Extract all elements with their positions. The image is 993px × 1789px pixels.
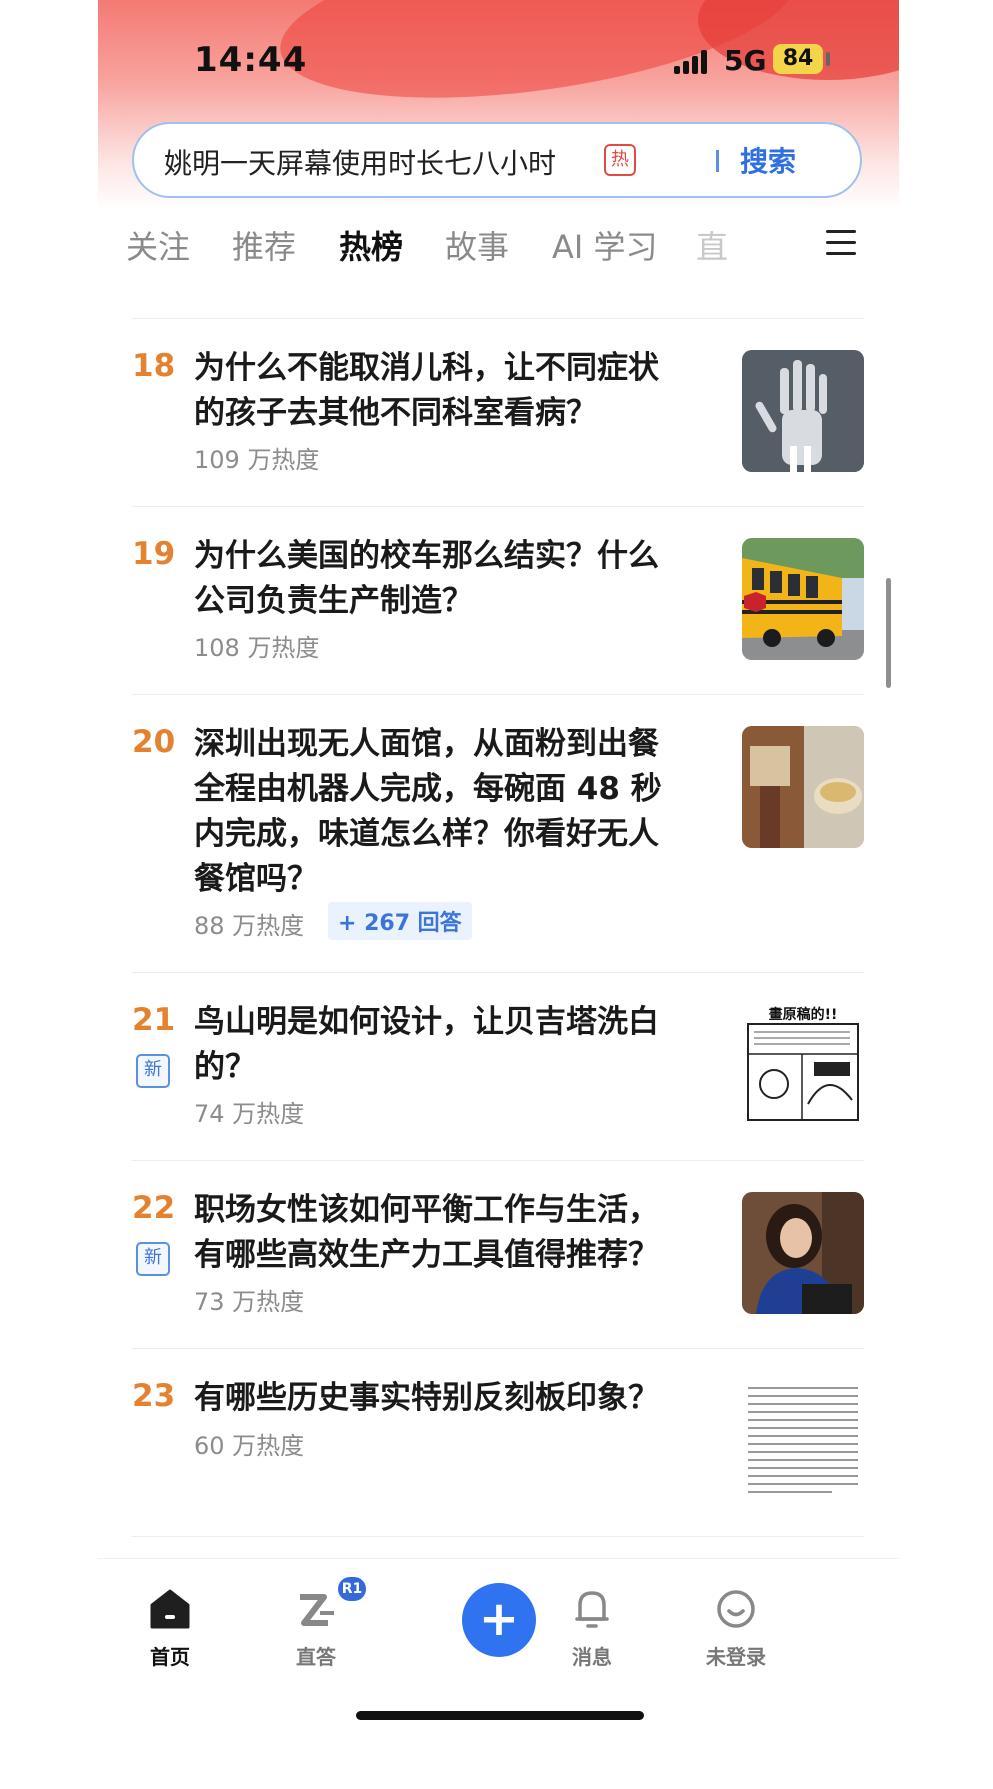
tab-ai-learning[interactable]: AI 学习 <box>552 222 658 268</box>
rank-number: 18 <box>132 348 176 384</box>
heat-count: 60 万热度 <box>194 1432 305 1460</box>
plus-button[interactable]: + <box>462 1583 536 1657</box>
channel-tabs: 关注 推荐 热榜 故事 AI 学习 直 <box>98 214 899 274</box>
item-title[interactable]: 鸟山明是如何设计，让贝吉塔洗白的？ <box>194 1000 674 1090</box>
home-indicator[interactable] <box>356 1711 644 1720</box>
new-badge: 新 <box>136 1054 170 1088</box>
tab-follow[interactable]: 关注 <box>126 222 190 268</box>
bell-icon <box>575 1591 609 1628</box>
heat-count: 108 万热度 <box>194 634 320 662</box>
heat-count: 73 万热度 <box>194 1288 305 1316</box>
rank-number: 21 <box>132 1002 176 1038</box>
item-title[interactable]: 有哪些历史事实特别反刻板印象？ <box>194 1376 674 1421</box>
manga-caption: 畫原稿的!! <box>769 1006 838 1023</box>
school-bus-image[interactable] <box>742 538 864 660</box>
list-item[interactable]: 22 新 职场女性该如何平衡工作与生活，有哪些高效生产力工具值得推荐？ 73 万… <box>98 1160 899 1348</box>
nav-home[interactable]: 首页 <box>120 1587 220 1670</box>
battery-icon: 84 <box>773 44 823 74</box>
status-bar: 14:44 5G 84 <box>98 36 899 88</box>
network-type: 5G <box>724 44 767 77</box>
nav-profile[interactable]: 未登录 <box>686 1587 786 1670</box>
answers-badge[interactable]: + 267 回答 <box>328 902 472 940</box>
smile-icon <box>717 1590 755 1628</box>
nav-messages-label: 消息 <box>572 1645 612 1669</box>
heat-count: 88 万热度 <box>194 912 305 940</box>
tab-story[interactable]: 故事 <box>445 222 509 268</box>
list-item[interactable]: 23 有哪些历史事实特别反刻板印象？ 60 万热度 <box>98 1348 899 1536</box>
list-item[interactable]: 19 为什么美国的校车那么结实？什么公司负责生产制造？ 108 万热度 <box>98 506 899 694</box>
status-time: 14:44 <box>194 40 308 80</box>
rank-number: 22 <box>132 1190 176 1226</box>
rank-number: 19 <box>132 536 176 572</box>
search-divider <box>716 150 719 172</box>
noodle-shop-image[interactable] <box>742 726 864 848</box>
manga-draft-image[interactable]: 畫原稿的!! <box>742 1004 864 1126</box>
plus-icon: + <box>478 1591 520 1647</box>
heat-count: 74 万热度 <box>194 1100 305 1128</box>
phone-screen: 14:44 5G 84 姚明一天屏幕使用时长七八小时 热 搜索 关注 推荐 热榜… <box>98 0 899 1789</box>
nav-home-label: 首页 <box>150 1645 190 1669</box>
item-title[interactable]: 为什么不能取消儿科，让不同症状的孩子去其他不同科室看病？ <box>194 346 674 436</box>
rank-number: 20 <box>132 724 176 760</box>
search-query[interactable]: 姚明一天屏幕使用时长七八小时 <box>164 142 556 182</box>
menu-icon[interactable] <box>826 228 856 258</box>
tab-recommend[interactable]: 推荐 <box>232 222 296 268</box>
xray-hand-image[interactable] <box>742 350 864 472</box>
woman-portrait-image[interactable] <box>742 1192 864 1314</box>
hot-badge: 热 <box>604 144 636 176</box>
list-item[interactable]: 21 新 鸟山明是如何设计，让贝吉塔洗白的？ 74 万热度 畫原稿的!! <box>98 972 899 1160</box>
tab-live[interactable]: 直 <box>696 222 728 268</box>
search-button[interactable]: 搜索 <box>740 140 796 180</box>
nav-profile-label: 未登录 <box>706 1645 766 1669</box>
home-icon <box>150 1589 190 1629</box>
signal-icon <box>674 46 714 74</box>
text-document-image[interactable] <box>742 1380 864 1502</box>
item-title[interactable]: 职场女性该如何平衡工作与生活，有哪些高效生产力工具值得推荐？ <box>194 1188 674 1278</box>
list-item[interactable]: 20 深圳出现无人面馆，从面粉到出餐全程由机器人完成，每碗面 48 秒内完成，味… <box>98 694 899 972</box>
rank-number: 23 <box>132 1378 176 1414</box>
nav-messages[interactable]: 消息 <box>542 1587 642 1670</box>
scrollbar[interactable] <box>886 578 891 688</box>
new-badge: 新 <box>136 1242 170 1276</box>
list-item[interactable]: 18 为什么不能取消儿科，让不同症状的孩子去其他不同科室看病？ 109 万热度 <box>98 318 899 506</box>
nav-zhida-label: 直答 <box>296 1645 336 1669</box>
tab-hot-list[interactable]: 热榜 <box>339 222 406 274</box>
search-bar[interactable]: 姚明一天屏幕使用时长七八小时 热 搜索 <box>132 122 862 198</box>
bottom-nav: 首页 直答 R1 + 消息 未登录 <box>98 1558 899 1789</box>
zhida-icon <box>300 1594 334 1626</box>
item-title[interactable]: 深圳出现无人面馆，从面粉到出餐全程由机器人完成，每碗面 48 秒内完成，味道怎么… <box>194 722 674 902</box>
r1-badge: R1 <box>338 1577 366 1601</box>
heat-count: 109 万热度 <box>194 446 320 474</box>
item-title[interactable]: 为什么美国的校车那么结实？什么公司负责生产制造？ <box>194 534 674 624</box>
